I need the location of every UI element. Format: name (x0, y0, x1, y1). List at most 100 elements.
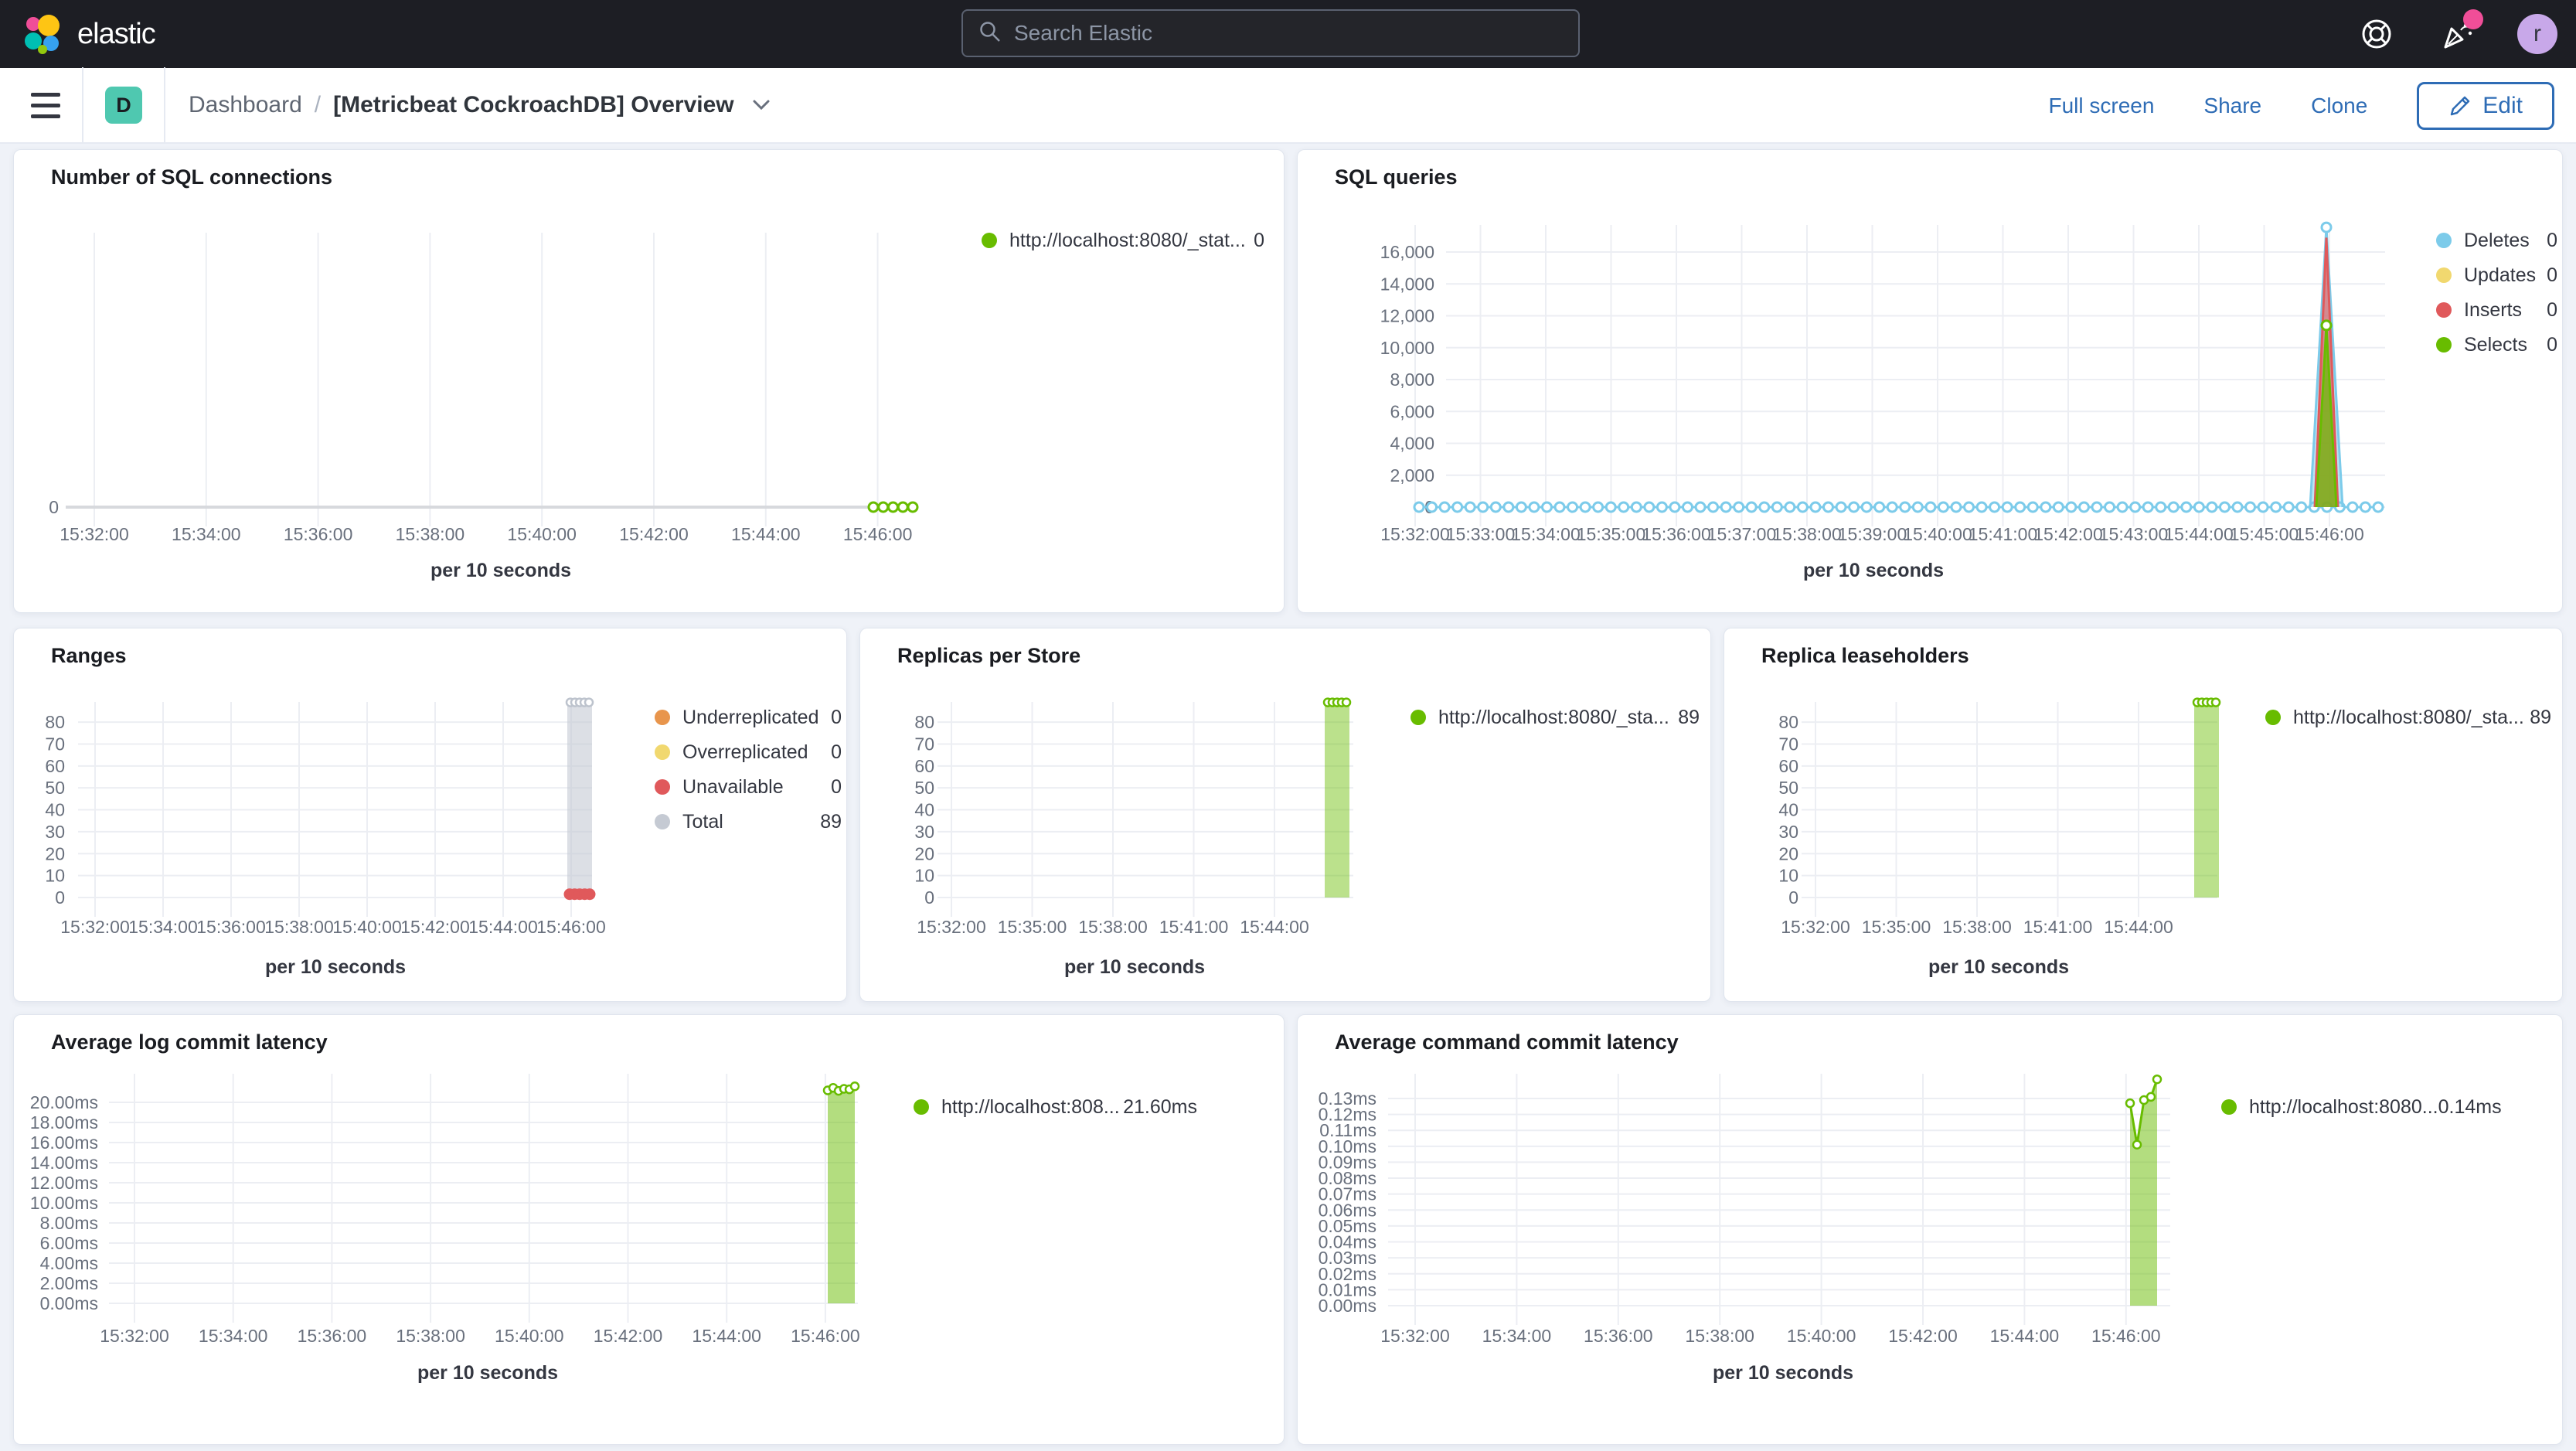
svg-text:15:32:00: 15:32:00 (1781, 917, 1850, 937)
svg-text:12,000: 12,000 (1380, 306, 1434, 326)
series-color-dot (914, 1099, 929, 1115)
svg-text:per 10 seconds: per 10 seconds (1064, 956, 1205, 978)
legend-item[interactable]: http://localhost:8080/_sta... 89 (2265, 702, 2551, 733)
legend-value: 0 (831, 775, 842, 798)
svg-text:20: 20 (914, 843, 934, 863)
svg-text:40: 40 (45, 800, 65, 820)
svg-text:50: 50 (914, 778, 934, 798)
share-button[interactable]: Share (2203, 94, 2261, 118)
svg-text:15:46:00: 15:46:00 (791, 1326, 860, 1346)
legend-label: Overreplicated (682, 741, 808, 763)
legend-item[interactable]: Deletes 0 (2436, 225, 2557, 256)
legend-item[interactable]: Updates 0 (2436, 260, 2557, 291)
edit-button-label: Edit (2482, 93, 2523, 118)
legend-value: 0.14ms (2438, 1095, 2502, 1118)
hamburger-icon (31, 92, 60, 97)
legend-item[interactable]: Unavailable 0 (655, 771, 842, 802)
space-avatar[interactable]: D (105, 87, 142, 124)
legend-item[interactable]: Total 89 (655, 806, 842, 837)
series-color-dot (655, 710, 670, 725)
svg-text:15:42:00: 15:42:00 (619, 524, 689, 544)
legend-item[interactable]: Underreplicated 0 (655, 702, 842, 733)
svg-text:10.00ms: 10.00ms (30, 1193, 98, 1213)
elastic-brand[interactable]: elastic (23, 14, 156, 54)
dashboard-toolbar: D Dashboard / [Metricbeat CockroachDB] O… (0, 67, 2576, 144)
svg-text:15:41:00: 15:41:00 (1159, 917, 1229, 937)
svg-text:0: 0 (1788, 887, 1798, 908)
svg-text:15:32:00: 15:32:00 (1380, 1326, 1450, 1346)
legend-value: 21.60ms (1123, 1095, 1197, 1118)
svg-text:15:40:00: 15:40:00 (1903, 524, 1972, 544)
svg-text:80: 80 (1778, 712, 1798, 732)
svg-text:15:44:00: 15:44:00 (692, 1326, 761, 1346)
svg-text:per 10 seconds: per 10 seconds (1713, 1362, 1853, 1384)
svg-text:60: 60 (45, 756, 65, 776)
breadcrumb: Dashboard / [Metricbeat CockroachDB] Ove… (189, 92, 771, 118)
legend-label: http://localhost:8080/_sta... (2293, 706, 2524, 728)
svg-text:15:35:00: 15:35:00 (1862, 917, 1931, 937)
breadcrumb-dashboard[interactable]: Dashboard (189, 92, 302, 118)
legend-item[interactable]: Selects 0 (2436, 329, 2557, 360)
svg-text:15:34:00: 15:34:00 (172, 524, 241, 544)
panel-average-log-commit-latency: Average log commit latency 15:32:00 15:34… (13, 1014, 1285, 1445)
legend-label: Unavailable (682, 775, 784, 798)
svg-text:15:42:00: 15:42:00 (400, 917, 470, 937)
svg-text:per 10 seconds: per 10 seconds (1928, 956, 2069, 978)
legend-label: http://localhost:8080/_stat... (1009, 229, 1246, 251)
svg-text:15:44:00: 15:44:00 (1990, 1326, 2060, 1346)
user-avatar[interactable]: r (2517, 14, 2557, 54)
search-icon (978, 20, 1002, 47)
search-input[interactable] (1012, 20, 1578, 46)
svg-text:80: 80 (45, 712, 65, 732)
legend-item[interactable]: Inserts 0 (2436, 295, 2557, 325)
legend-item[interactable]: http://localhost:8080/_stat... 0 (982, 225, 1264, 256)
svg-text:6.00ms: 6.00ms (40, 1233, 98, 1253)
edit-button[interactable]: Edit (2417, 82, 2554, 130)
legend-value: 0 (2547, 298, 2557, 321)
series-color-dot (2265, 710, 2281, 725)
series-color-dot (655, 779, 670, 795)
svg-text:15:44:00: 15:44:00 (1240, 917, 1309, 937)
title-menu-button[interactable] (751, 98, 771, 112)
svg-text:16.00ms: 16.00ms (30, 1133, 98, 1153)
svg-text:15:36:00: 15:36:00 (284, 524, 353, 544)
svg-text:15:44:00: 15:44:00 (2164, 524, 2234, 544)
svg-text:15:34:00: 15:34:00 (1482, 1326, 1552, 1346)
legend-label: Updates (2464, 264, 2537, 286)
svg-text:15:38:00: 15:38:00 (264, 917, 334, 937)
svg-text:15:44:00: 15:44:00 (468, 917, 538, 937)
svg-text:14.00ms: 14.00ms (30, 1153, 98, 1173)
clone-button[interactable]: Clone (2311, 94, 2367, 118)
chart-canvas: 15:32:00 15:35:00 15:38:00 15:41:00 15:44:00… (914, 697, 1353, 978)
legend-item[interactable]: http://localhost:808... 21.60ms (914, 1092, 1197, 1122)
legend-label: Selects (2464, 333, 2527, 356)
svg-text:50: 50 (45, 778, 65, 798)
svg-text:15:38:00: 15:38:00 (1078, 917, 1148, 937)
svg-text:70: 70 (914, 734, 934, 754)
svg-text:15:38:00: 15:38:00 (1942, 917, 2012, 937)
elastic-logo-icon (25, 15, 60, 54)
legend-item[interactable]: http://localhost:8080/_sta... 89 (1411, 702, 1700, 733)
notification-badge (2463, 9, 2483, 29)
legend-item[interactable]: http://localhost:8080... 0.14ms (2221, 1092, 2502, 1122)
svg-text:18.00ms: 18.00ms (30, 1112, 98, 1133)
svg-text:15:36:00: 15:36:00 (1584, 1326, 1653, 1346)
menu-button[interactable] (31, 92, 60, 118)
space-initial: D (116, 93, 131, 117)
legend-item[interactable]: Overreplicated 0 (655, 737, 842, 768)
global-search[interactable] (961, 9, 1580, 57)
legend-value: 0 (1254, 229, 1264, 251)
panel-sql-queries: SQL queries 15:32:00 15:33:00 15:34:00 15:3… (1297, 149, 2563, 613)
svg-text:0: 0 (55, 887, 65, 908)
svg-text:60: 60 (914, 756, 934, 776)
svg-text:40: 40 (914, 800, 934, 820)
fullscreen-button[interactable]: Full screen (2048, 94, 2154, 118)
svg-text:15:37:00: 15:37:00 (1707, 524, 1777, 544)
space-section: D (82, 67, 165, 143)
legend-label: Deletes (2464, 229, 2530, 251)
svg-text:15:36:00: 15:36:00 (196, 917, 266, 937)
legend-value: 0 (831, 706, 842, 728)
help-button[interactable] (2357, 14, 2397, 54)
legend-value: 0 (831, 741, 842, 763)
news-button[interactable] (2437, 9, 2483, 54)
